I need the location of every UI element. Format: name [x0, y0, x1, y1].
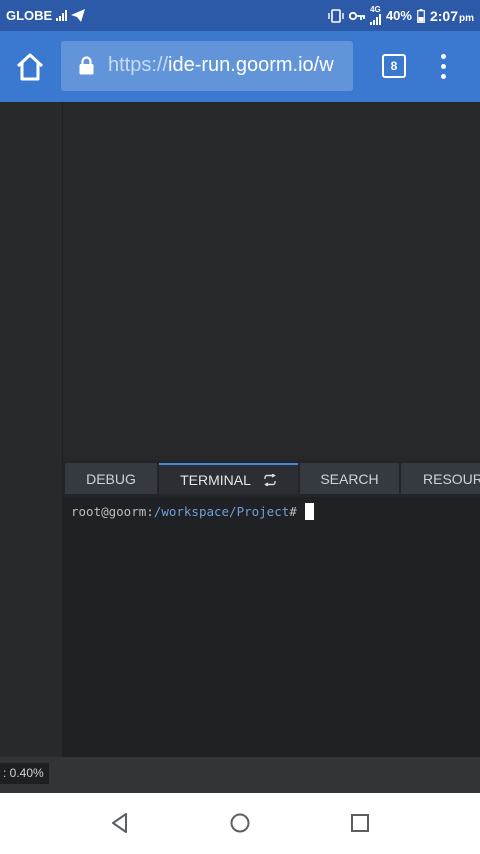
back-icon[interactable]: [108, 811, 132, 835]
url-scheme: https://: [108, 54, 169, 76]
refresh-icon[interactable]: [263, 473, 277, 486]
home-icon[interactable]: [14, 51, 46, 83]
tab-terminal[interactable]: TERMINAL: [159, 463, 298, 494]
network-type-label: 4G: [370, 5, 381, 14]
ide-status-bar: : 0.40%: [0, 757, 480, 793]
prompt-user: root@goorm: [71, 504, 147, 519]
cell-signal-icon: [369, 14, 381, 25]
editor-area[interactable]: [63, 102, 480, 460]
lock-icon: [79, 56, 94, 75]
tab-search[interactable]: SEARCH: [300, 463, 399, 494]
android-nav-bar: [0, 793, 480, 854]
more-vert-icon[interactable]: [434, 52, 454, 82]
key-icon: [348, 11, 365, 20]
url-bar[interactable]: https://ide-run.goorm.io/w: [61, 41, 353, 91]
battery-percent: 40%: [385, 8, 412, 23]
signal-icon: [56, 10, 68, 21]
tab-debug-label: DEBUG: [86, 470, 136, 487]
status-left: GLOBE: [6, 8, 86, 23]
terminal-cursor: [304, 503, 314, 520]
carrier-label: GLOBE: [6, 8, 53, 23]
clock-ampm: pm: [459, 12, 474, 24]
tab-search-label: SEARCH: [320, 470, 379, 487]
status-bar: GLOBE 4G 40% 2:07pm: [0, 0, 480, 31]
url-text: https://ide-run.goorm.io/w: [108, 54, 334, 77]
side-panel: [0, 102, 63, 757]
terminal-prompt: root@goorm:/workspace/Project #: [71, 503, 314, 520]
prompt-separator: :: [146, 504, 154, 519]
browser-toolbar: https://ide-run.goorm.io/w 8: [0, 31, 480, 102]
zoom-indicator: : 0.40%: [0, 763, 49, 784]
recents-icon[interactable]: [348, 811, 372, 835]
tab-resources-label: RESOURC: [423, 470, 480, 487]
send-icon: [71, 9, 86, 22]
tab-switcher-button[interactable]: 8: [382, 54, 406, 78]
tab-terminal-label: TERMINAL: [180, 471, 251, 488]
prompt-symbol: #: [289, 504, 297, 519]
tab-debug[interactable]: DEBUG: [65, 463, 157, 494]
prompt-path: /workspace/Project: [153, 504, 290, 519]
vibrate-icon: [328, 8, 344, 23]
battery-icon: [417, 8, 425, 23]
url-host: ide-run.goorm.io/w: [168, 54, 334, 76]
clock-time: 2:07: [429, 7, 458, 24]
bottom-panel-tabs: DEBUG TERMINAL SEARCH RESOURC: [63, 460, 480, 497]
terminal-console[interactable]: root@goorm:/workspace/Project #: [63, 497, 480, 757]
home-circle-icon[interactable]: [228, 811, 252, 835]
tab-resources[interactable]: RESOURC: [401, 463, 480, 494]
status-right: 4G 40% 2:07pm: [328, 6, 474, 25]
